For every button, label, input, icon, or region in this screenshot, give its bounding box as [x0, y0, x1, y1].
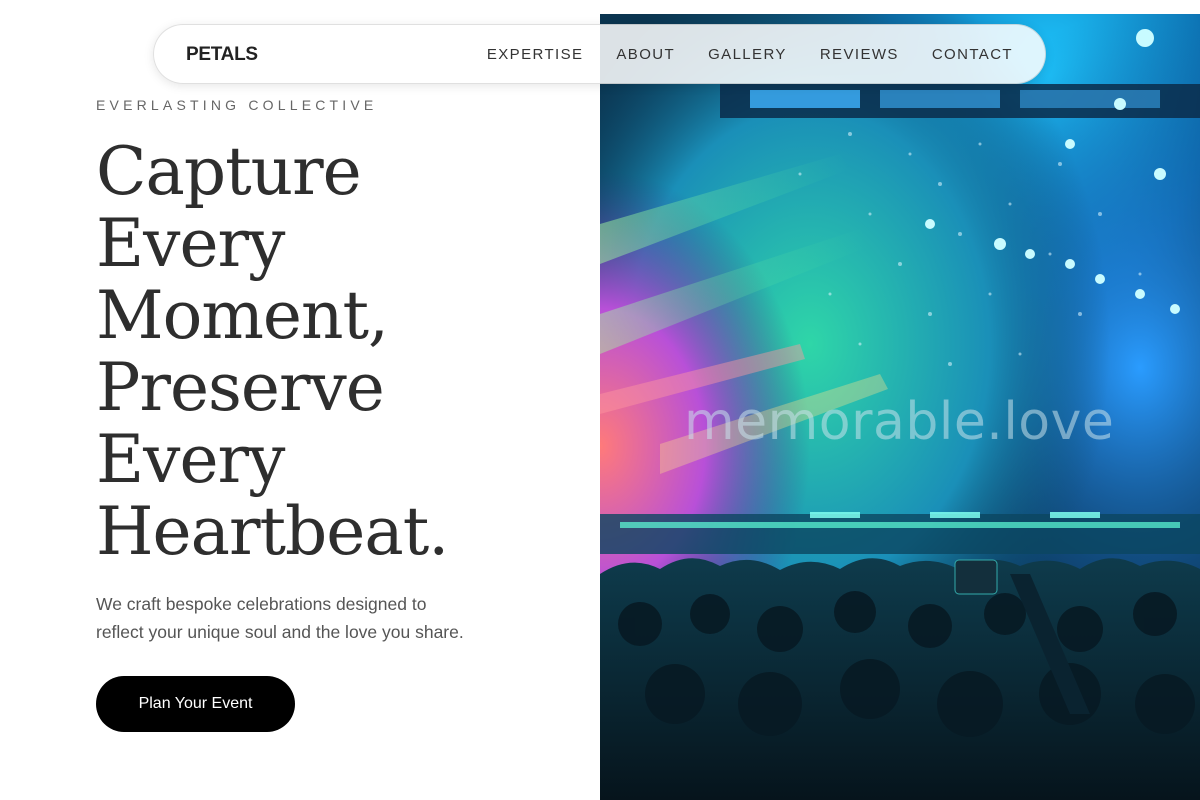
- hero-subtext: We craft bespoke celebrations designed t…: [96, 590, 536, 646]
- brand-logo[interactable]: PETALS: [186, 44, 258, 66]
- headline-line: Capture: [96, 133, 362, 210]
- subtext-line: We craft bespoke celebrations designed t…: [96, 594, 427, 614]
- nav-link-contact[interactable]: CONTACT: [932, 46, 1013, 63]
- headline-line: Every: [96, 421, 285, 498]
- hero-eyebrow: EVERLASTING COLLECTIVE: [96, 97, 378, 113]
- hero-image: memorable.love: [600, 14, 1200, 800]
- headline-line: Every: [96, 205, 285, 282]
- top-nav: PETALS EXPERTISE ABOUT GALLERY REVIEWS C…: [153, 24, 1046, 84]
- nav-link-expertise[interactable]: EXPERTISE: [487, 46, 584, 63]
- nav-link-reviews[interactable]: REVIEWS: [820, 46, 899, 63]
- nav-links: EXPERTISE ABOUT GALLERY REVIEWS CONTACT: [454, 46, 1013, 63]
- subtext-line: reflect your unique soul and the love yo…: [96, 622, 464, 642]
- headline-line: Moment,: [96, 277, 389, 354]
- nav-link-about[interactable]: ABOUT: [616, 46, 675, 63]
- hero-headline: Capture Every Moment, Preserve Every Hea…: [96, 136, 596, 568]
- nav-link-gallery[interactable]: GALLERY: [708, 46, 787, 63]
- headline-line: Preserve: [96, 349, 385, 426]
- plan-event-button[interactable]: Plan Your Event: [96, 676, 295, 732]
- headline-line: Heartbeat.: [96, 493, 449, 570]
- watermark-text: memorable.love: [684, 392, 1115, 452]
